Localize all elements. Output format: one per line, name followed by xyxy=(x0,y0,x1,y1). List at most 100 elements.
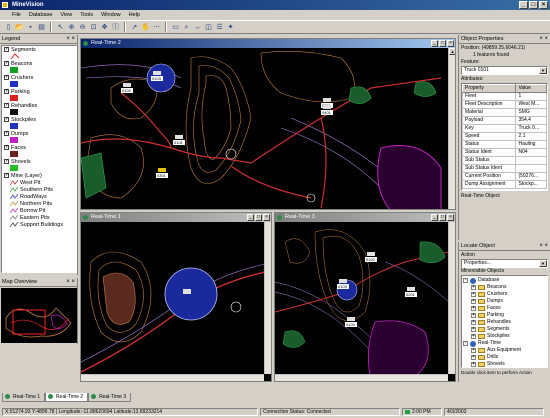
minimize-button[interactable]: _ xyxy=(519,1,528,9)
map-main-close-button[interactable]: × xyxy=(447,40,454,47)
tree-item[interactable]: + Dumps xyxy=(463,298,546,305)
expand-icon[interactable]: + xyxy=(471,285,476,290)
legend-item[interactable]: ✓ Stockpiles xyxy=(2,116,76,123)
tree-item[interactable]: + Faces xyxy=(463,305,546,312)
tree-item[interactable]: + Rehandles xyxy=(463,319,546,326)
menu-window[interactable]: Window xyxy=(101,12,121,18)
map-main-canvas[interactable]: 010101020103020103010401 xyxy=(81,48,449,210)
map-right-vscroll[interactable] xyxy=(448,222,455,374)
truck-marker[interactable]: 0301 xyxy=(156,168,168,178)
tool-icon[interactable]: ✦ xyxy=(226,23,235,32)
find-icon[interactable]: ⌕ xyxy=(182,23,191,32)
legend-sublayer[interactable]: West Pit xyxy=(2,179,76,186)
info-icon[interactable]: ⓘ xyxy=(111,23,120,32)
legend-checkbox[interactable]: ✓ xyxy=(4,131,9,136)
save-icon[interactable]: ▪ xyxy=(26,23,35,32)
truck-marker[interactable]: 0201 xyxy=(405,287,417,297)
main-waypoint[interactable] xyxy=(225,148,237,160)
route-icon[interactable]: ⋯ xyxy=(152,23,161,32)
map-main-vscroll[interactable]: ▲ xyxy=(448,48,455,209)
attribute-row[interactable]: Fleet 1 xyxy=(462,92,547,101)
expand-icon[interactable]: + xyxy=(471,299,476,304)
legend-sublayer[interactable]: Borrow Pit xyxy=(2,207,76,214)
tree-item[interactable]: + Drills xyxy=(463,354,546,361)
map-left-canvas[interactable] xyxy=(81,222,265,376)
expand-icon[interactable]: + xyxy=(471,320,476,325)
attribute-row[interactable]: Fleet Description West M... xyxy=(462,100,547,109)
legend-checkbox[interactable]: ✓ xyxy=(4,173,9,178)
menu-view[interactable]: View xyxy=(60,12,72,18)
map-right-close-button[interactable]: × xyxy=(447,214,454,221)
legend-sublayer[interactable]: Southern Pits xyxy=(2,186,76,193)
collapse-icon[interactable]: - xyxy=(463,278,468,283)
measure-icon[interactable]: ↔ xyxy=(193,23,202,32)
map-left-max-button[interactable]: □ xyxy=(255,214,262,221)
feature-select[interactable]: Truck 0101 ▼ xyxy=(461,66,548,75)
layer-icon[interactable]: ◫ xyxy=(204,23,213,32)
attribute-row[interactable]: Status Ident N04 xyxy=(462,148,547,157)
tree-item[interactable]: + Crushers xyxy=(463,291,546,298)
legend-item[interactable]: ✓ Rehandles xyxy=(2,102,76,109)
left-waypoint[interactable] xyxy=(230,301,242,313)
chevron-down-icon[interactable]: ▼ xyxy=(539,67,547,74)
action-select[interactable]: Properties... ▼ xyxy=(461,259,548,268)
attribute-row[interactable]: Dump Assignment Stockp... xyxy=(462,180,547,189)
map-right-min-button[interactable]: _ xyxy=(431,214,438,221)
properties-icon[interactable]: ☰ xyxy=(215,23,224,32)
collapse-icon[interactable]: - xyxy=(463,341,468,346)
legend-checkbox[interactable]: ✓ xyxy=(4,89,9,94)
expand-icon[interactable]: + xyxy=(471,313,476,318)
attribute-row[interactable]: Sub Status xyxy=(462,156,547,165)
print-icon[interactable]: ▤ xyxy=(37,23,46,32)
map-left-close-button[interactable]: × xyxy=(263,214,270,221)
map-left-vscroll[interactable] xyxy=(264,222,271,374)
tree-item[interactable]: - Database xyxy=(463,277,546,284)
locate-object-close-icon[interactable]: × × xyxy=(539,242,548,251)
menu-tools[interactable]: Tools xyxy=(80,12,93,18)
object-properties-close-icon[interactable]: × × xyxy=(539,35,548,44)
zoom-in-icon[interactable]: ⊕ xyxy=(67,23,76,32)
legend-checkbox[interactable]: ✓ xyxy=(4,61,9,66)
tree-item[interactable]: + Parking xyxy=(463,312,546,319)
legend-checkbox[interactable]: ✓ xyxy=(4,47,9,52)
attribute-row[interactable]: Key Truck 0... xyxy=(462,124,547,133)
select-icon[interactable]: ➚ xyxy=(130,23,139,32)
col-property-header[interactable]: Property xyxy=(462,84,517,93)
legend-item[interactable]: ✓ Faces xyxy=(2,144,76,151)
menu-help[interactable]: Help xyxy=(129,12,140,18)
col-value-header[interactable]: Value xyxy=(515,84,547,93)
zoom-window-icon[interactable]: ⊡ xyxy=(89,23,98,32)
legend-sublayer[interactable]: RoadWays xyxy=(2,193,76,200)
map-main-max-button[interactable]: □ xyxy=(439,40,446,47)
legend-item[interactable]: ✓ Segments xyxy=(2,46,76,53)
tab-real-time-3[interactable]: Real-Time 3 xyxy=(88,393,132,402)
chevron-down-icon[interactable]: ▼ xyxy=(539,260,547,267)
expand-icon[interactable]: + xyxy=(471,306,476,311)
legend-checkbox[interactable]: ✓ xyxy=(4,159,9,164)
expand-icon[interactable]: + xyxy=(471,362,476,367)
expand-icon[interactable]: + xyxy=(471,355,476,360)
legend-sublayer[interactable]: Eastern Pits xyxy=(2,214,76,221)
attribute-row[interactable]: Sub Status Ident xyxy=(462,164,547,173)
expand-icon[interactable]: + xyxy=(471,334,476,339)
truck-marker[interactable]: 0101 xyxy=(173,135,185,145)
legend-checkbox[interactable]: ✓ xyxy=(4,75,9,80)
pan-icon[interactable]: ✥ xyxy=(100,23,109,32)
legend-close-icon[interactable]: × × xyxy=(66,35,75,44)
legend-sublayer[interactable]: Support Buildings xyxy=(2,221,76,228)
attribute-row[interactable]: Current Position (50276... xyxy=(462,172,547,181)
document-icon[interactable]: ▭ xyxy=(171,23,180,32)
legend-item[interactable]: ✓ Crushers xyxy=(2,74,76,81)
tab-real-time-2[interactable]: Real-Time 2 xyxy=(45,393,89,402)
expand-icon[interactable]: + xyxy=(471,327,476,332)
truck-marker[interactable]: 0104 xyxy=(345,317,357,327)
attribute-row[interactable]: Payload 354.4 xyxy=(462,116,547,125)
attribute-row[interactable]: Speed 2.1 xyxy=(462,132,547,141)
overview-map[interactable] xyxy=(1,288,77,343)
tab-real-time-1[interactable]: Real-Time 1 xyxy=(2,393,46,402)
truck-marker[interactable]: 0102 xyxy=(365,252,377,262)
map-right-max-button[interactable]: □ xyxy=(439,214,446,221)
expand-icon[interactable]: + xyxy=(471,348,476,353)
menu-database[interactable]: Database xyxy=(29,12,53,18)
legend-checkbox[interactable]: ✓ xyxy=(4,117,9,122)
